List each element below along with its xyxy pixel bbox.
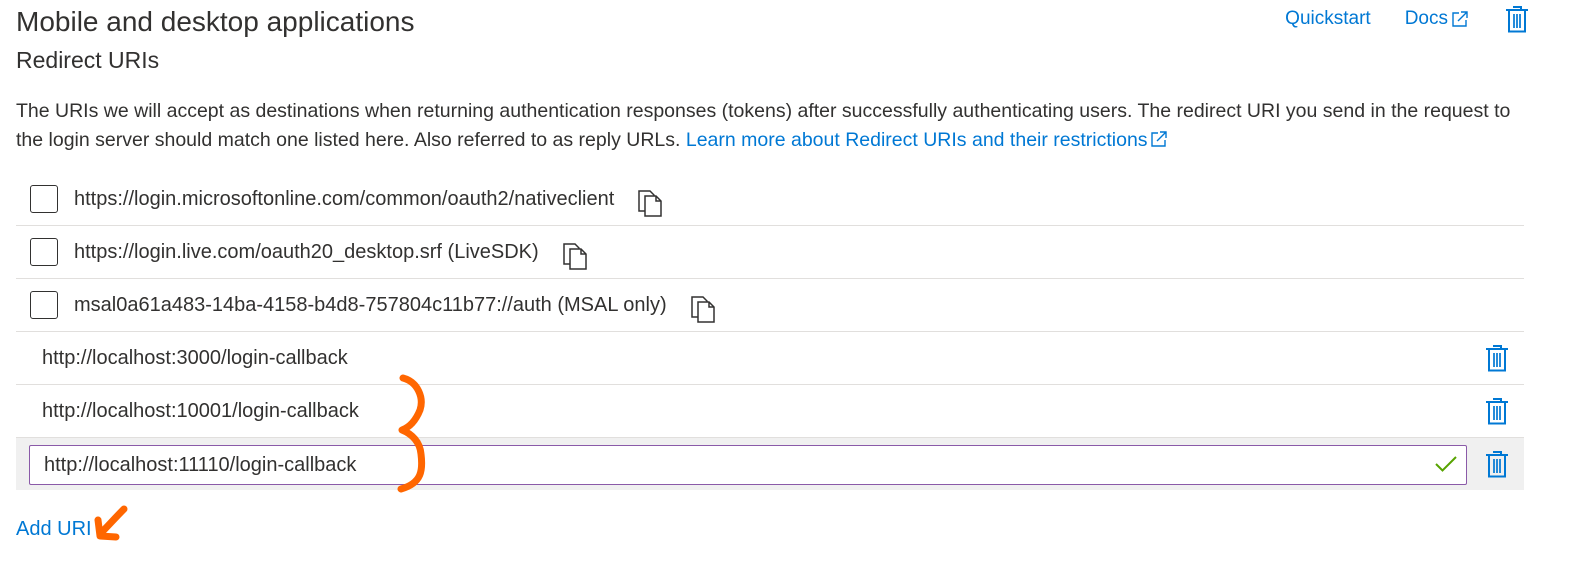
docs-link[interactable]: Docs (1405, 8, 1470, 30)
uri-checkbox[interactable] (30, 238, 58, 266)
copy-icon[interactable] (636, 189, 664, 217)
suggested-uri-row: https://login.microsoftonline.com/common… (16, 173, 1524, 226)
quickstart-link[interactable]: Quickstart (1285, 8, 1371, 30)
section-subtitle: Redirect URIs (16, 47, 160, 73)
redirect-uris-description: The URIs we will accept as destinations … (16, 97, 1530, 155)
add-uri-link[interactable]: Add URI (16, 518, 92, 541)
quickstart-label: Quickstart (1285, 8, 1371, 29)
uri-text: https://login.live.com/oauth20_desktop.s… (74, 240, 539, 263)
uri-text: https://login.microsoftonline.com/common… (74, 187, 615, 210)
annotation-arrow (94, 505, 128, 541)
top-actions: Quickstart Docs (1285, 4, 1530, 34)
redirect-uri-list: https://login.microsoftonline.com/common… (16, 173, 1524, 490)
custom-uri-row: http://localhost:10001/login-callback (16, 385, 1524, 438)
delete-uri-trash-icon[interactable] (1484, 343, 1510, 373)
uri-text: http://localhost:3000/login-callback (42, 346, 348, 369)
learn-more-link[interactable]: Learn more about Redirect URIs and their… (686, 129, 1169, 151)
external-link-icon (1452, 11, 1468, 27)
learn-more-label: Learn more about Redirect URIs and their… (685, 129, 1148, 151)
suggested-uri-row: https://login.live.com/oauth20_desktop.s… (16, 226, 1524, 279)
custom-uri-row: http://localhost:3000/login-callback (16, 332, 1524, 385)
delete-uri-trash-icon[interactable] (1484, 449, 1510, 479)
page-title: Mobile and desktop applications (16, 6, 415, 37)
uri-text: http://localhost:10001/login-callback (42, 399, 359, 422)
copy-icon[interactable] (561, 242, 589, 270)
delete-platform-trash-icon[interactable] (1504, 4, 1530, 34)
suggested-uri-row: msal0a61a483-14ba-4158-b4d8-757804c11b77… (16, 279, 1524, 332)
copy-icon[interactable] (689, 295, 717, 323)
delete-uri-trash-icon[interactable] (1484, 396, 1510, 426)
uri-text: msal0a61a483-14ba-4158-b4d8-757804c11b77… (74, 293, 667, 316)
uri-checkbox[interactable] (30, 185, 58, 213)
editing-uri-row (16, 438, 1524, 490)
docs-label: Docs (1404, 8, 1448, 29)
redirect-uri-input[interactable] (29, 445, 1467, 485)
external-link-icon (1150, 131, 1167, 147)
uri-checkbox[interactable] (30, 291, 58, 319)
